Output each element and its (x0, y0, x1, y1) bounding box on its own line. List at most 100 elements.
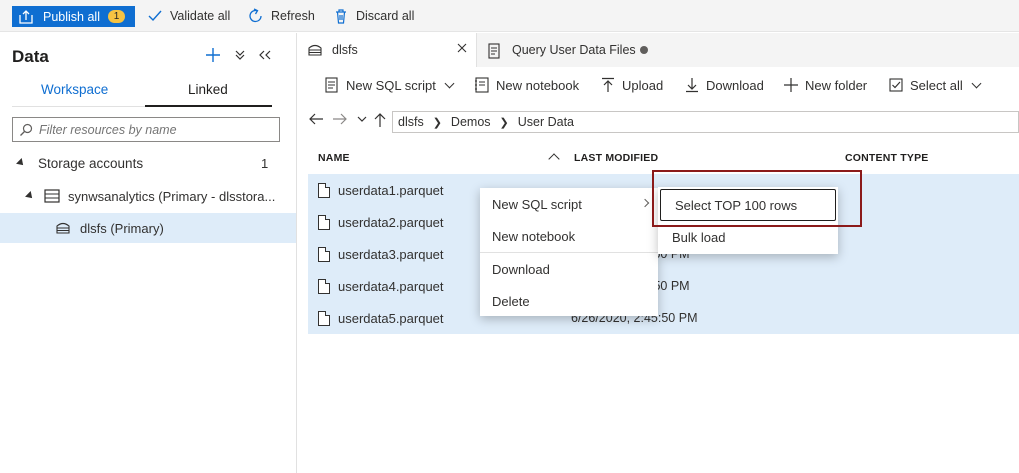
column-header-last-modified[interactable]: LAST MODIFIED (574, 152, 658, 164)
discard-all-button[interactable]: Discard all (333, 8, 414, 24)
refresh-icon (248, 8, 264, 24)
file-name: userdata3.parquet (338, 246, 444, 262)
tab-dlsfs[interactable]: dlsfs (298, 33, 476, 67)
new-sql-script-button[interactable]: New SQL script (324, 77, 455, 93)
add-icon[interactable] (205, 47, 221, 63)
new-folder-label: New folder (805, 77, 868, 93)
storage-account-icon (44, 189, 60, 203)
file-icon (318, 246, 330, 262)
path-bar: dlsfs ❯ Demos ❯ User Data (298, 105, 1019, 137)
chevron-down-icon (971, 78, 982, 88)
notebook-icon (474, 77, 490, 93)
tab-dlsfs-label: dlsfs (332, 43, 358, 57)
up-arrow-icon[interactable] (374, 112, 386, 128)
sort-ascending-icon[interactable] (548, 153, 560, 165)
validate-all-button[interactable]: Validate all (147, 8, 230, 24)
menu-item-label: New SQL script (492, 196, 582, 212)
pending-changes-badge: 1 (107, 10, 125, 23)
search-icon (19, 123, 33, 137)
sidebar-actions (205, 47, 271, 63)
menu-item-new-notebook[interactable]: New notebook (480, 220, 658, 252)
new-notebook-label: New notebook (496, 77, 580, 93)
tree-storage-accounts[interactable]: Storage accounts 1 (0, 148, 296, 178)
select-all-button[interactable]: Select all (888, 77, 982, 93)
download-icon (684, 77, 700, 93)
storage-icon (307, 43, 323, 57)
tab-query-user-data-files[interactable]: Query User Data Files (476, 33, 656, 67)
new-sql-script-label: New SQL script (346, 77, 436, 93)
file-icon (318, 310, 330, 326)
tree-storage-account-synwsanalytics[interactable]: synwsanalytics (Primary - dlsstora... (0, 181, 296, 211)
download-button[interactable]: Download (684, 77, 764, 93)
expand-caret-icon[interactable] (16, 158, 26, 168)
column-header-name[interactable]: NAME (318, 152, 350, 164)
chevron-right-icon (640, 198, 650, 208)
forward-arrow-icon[interactable] (332, 112, 348, 126)
menu-item-label: New notebook (492, 228, 576, 244)
close-icon[interactable] (457, 43, 467, 53)
file-name: userdata5.parquet (338, 310, 444, 326)
checkmark-icon (147, 8, 163, 24)
publish-all-label: Publish all (43, 9, 100, 24)
menu-item-label: Download (492, 261, 550, 277)
breadcrumb-item[interactable]: Demos (451, 115, 491, 129)
context-menu: New SQL script New notebook Download Del… (480, 188, 658, 316)
data-sidebar: Data Workspace Linked Storage accounts 1… (0, 33, 297, 473)
file-icon (318, 214, 330, 230)
chevron-down-icon[interactable] (356, 112, 368, 126)
upload-button[interactable]: Upload (600, 77, 663, 93)
tree-account-label: synwsanalytics (Primary - dlsstora... (68, 188, 276, 204)
chevron-down-icon (444, 78, 455, 88)
top-toolbar: Publish all 1 Validate all Refresh Disca… (0, 0, 1019, 32)
tab-workspace[interactable]: Workspace (41, 82, 108, 97)
menu-item-label: Bulk load (672, 229, 726, 245)
file-icon (318, 182, 330, 198)
column-header-content-type[interactable]: CONTENT TYPE (845, 152, 929, 164)
new-notebook-button[interactable]: New notebook (474, 77, 579, 93)
sidebar-title: Data (12, 47, 49, 66)
container-icon (55, 221, 71, 235)
table-row[interactable]: userdata5.parquet 6/26/2020, 2:45:50 PM (308, 302, 1019, 334)
publish-icon (18, 9, 34, 24)
script-icon (487, 43, 503, 59)
publish-all-button[interactable]: Publish all 1 (12, 6, 135, 27)
tab-query-label: Query User Data Files (512, 43, 636, 57)
file-name: userdata2.parquet (338, 214, 444, 230)
table-row[interactable]: userdata4.parquet :50 PM (308, 270, 1019, 302)
breadcrumb-item[interactable]: User Data (518, 115, 574, 129)
menu-item-label: Delete (492, 293, 530, 309)
select-all-icon (888, 77, 904, 93)
tree-container-label: dlsfs (Primary) (80, 220, 164, 236)
back-arrow-icon[interactable] (308, 112, 324, 126)
refresh-label: Refresh (271, 9, 315, 23)
download-label: Download (706, 77, 764, 93)
active-tab-indicator (145, 105, 272, 107)
unsaved-dot-icon[interactable] (640, 46, 648, 54)
tree-group-label: Storage accounts (38, 155, 144, 171)
trash-icon (333, 8, 349, 24)
breadcrumb[interactable]: dlsfs ❯ Demos ❯ User Data (392, 111, 1019, 133)
tree-group-count: 1 (261, 155, 269, 171)
refresh-button[interactable]: Refresh (248, 8, 315, 24)
menu-item-new-sql-script[interactable]: New SQL script (480, 188, 658, 220)
tab-linked[interactable]: Linked (188, 82, 228, 97)
select-all-label: Select all (910, 77, 963, 93)
chevron-right-icon: ❯ (499, 116, 509, 129)
collapse-panel-icon[interactable] (259, 50, 271, 60)
tree-container-dlsfs[interactable]: dlsfs (Primary) (0, 213, 296, 243)
filter-box[interactable] (12, 117, 280, 142)
file-name: userdata4.parquet (338, 278, 444, 294)
plus-icon (783, 77, 799, 93)
menu-item-delete[interactable]: Delete (480, 285, 658, 317)
collapse-all-icon[interactable] (235, 49, 245, 61)
chevron-right-icon: ❯ (432, 116, 442, 129)
new-folder-button[interactable]: New folder (783, 77, 867, 93)
expand-caret-icon[interactable] (25, 191, 35, 201)
breadcrumb-item[interactable]: dlsfs (398, 115, 424, 129)
menu-item-download[interactable]: Download (480, 253, 658, 285)
document-tab-bar: dlsfs Query User Data Files (298, 33, 1019, 67)
file-name: userdata1.parquet (338, 182, 444, 198)
filter-input[interactable] (39, 122, 269, 137)
upload-label: Upload (622, 77, 664, 93)
file-icon (318, 278, 330, 294)
